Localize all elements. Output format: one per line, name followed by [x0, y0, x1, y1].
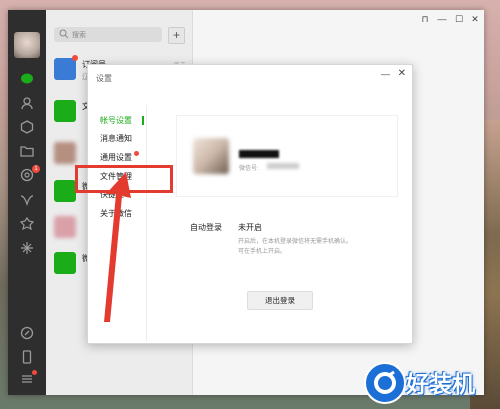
- channels-icon[interactable]: [20, 193, 34, 207]
- maximize-button[interactable]: ☐: [452, 14, 466, 25]
- search-feature-icon[interactable]: [20, 217, 34, 231]
- active-nav-indicator: [142, 116, 144, 125]
- pin-button[interactable]: ⊓: [418, 14, 432, 25]
- wechat-group-icon: [54, 180, 76, 202]
- account-card: 微信号:: [176, 115, 398, 197]
- subscription-icon: [54, 58, 76, 80]
- add-button[interactable]: +: [168, 27, 185, 44]
- unread-dot: [72, 55, 78, 61]
- moments-badge: 1: [32, 165, 40, 173]
- auto-login-desc-line: 可在手机上开启。: [238, 249, 287, 255]
- dialog-close-button[interactable]: ✕: [398, 68, 406, 79]
- file-transfer-icon: [54, 100, 76, 122]
- nav-account-settings[interactable]: 帐号设置: [100, 115, 132, 126]
- account-name-redacted: [239, 150, 279, 158]
- nav-about[interactable]: 关于微信: [100, 208, 132, 219]
- nav-general-settings[interactable]: 通用设置: [100, 152, 132, 163]
- favorites-icon[interactable]: [20, 120, 34, 134]
- dialog-title: 设置: [96, 74, 112, 83]
- chat-icon[interactable]: [20, 72, 34, 86]
- nav-notifications[interactable]: 消息通知: [100, 133, 132, 144]
- auto-login-status: 未开启: [238, 223, 262, 232]
- menu-badge: [32, 370, 37, 375]
- folder-icon[interactable]: [20, 144, 34, 158]
- auto-login-label: 自动登录: [190, 223, 222, 232]
- auto-login-description: 开启后，在本机登录微信将无需手机确认。 可在手机上开启。: [238, 237, 408, 257]
- watermark-logo: [364, 362, 406, 404]
- watermark: 好装机: [362, 360, 494, 404]
- contact-avatar: [54, 216, 76, 238]
- account-avatar: [193, 138, 229, 174]
- close-button[interactable]: ✕: [468, 14, 482, 25]
- dialog-minimize-button[interactable]: —: [381, 69, 390, 79]
- avatar[interactable]: [14, 32, 40, 58]
- mini-program-icon[interactable]: [20, 241, 34, 255]
- contact-avatar: [54, 142, 76, 164]
- logout-button[interactable]: 退出登录: [247, 291, 313, 310]
- minimize-button[interactable]: —: [435, 14, 449, 24]
- highlight-box: [75, 165, 173, 193]
- search-icon: [59, 29, 69, 39]
- wechat-group-icon: [54, 252, 76, 274]
- settings-dialog: 设置 — ✕ 帐号设置 消息通知 通用设置 文件管理 快捷键 关于微信 微信号:…: [87, 64, 413, 344]
- contacts-icon[interactable]: [20, 96, 34, 110]
- auto-login-desc-line: 开启后，在本机登录微信将无需手机确认。: [238, 239, 353, 245]
- search-placeholder: 搜索: [72, 32, 86, 39]
- search-input[interactable]: 搜索: [54, 27, 162, 42]
- mini-games-icon[interactable]: [20, 326, 34, 340]
- sidebar: 1: [8, 10, 46, 395]
- watermark-text: 好装机: [406, 371, 475, 397]
- general-settings-dot: [134, 151, 139, 156]
- phone-icon[interactable]: [20, 350, 34, 364]
- settings-nav: 帐号设置 消息通知 通用设置 文件管理 快捷键 关于微信: [88, 105, 147, 341]
- wechat-id-label: 微信号:: [239, 166, 259, 172]
- wechat-id-redacted: [267, 163, 299, 169]
